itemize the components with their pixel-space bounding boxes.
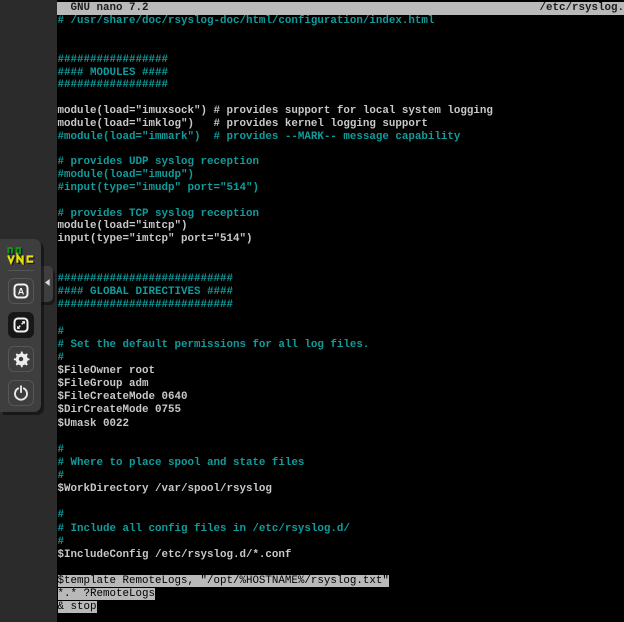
svg-text:A: A bbox=[18, 287, 25, 297]
